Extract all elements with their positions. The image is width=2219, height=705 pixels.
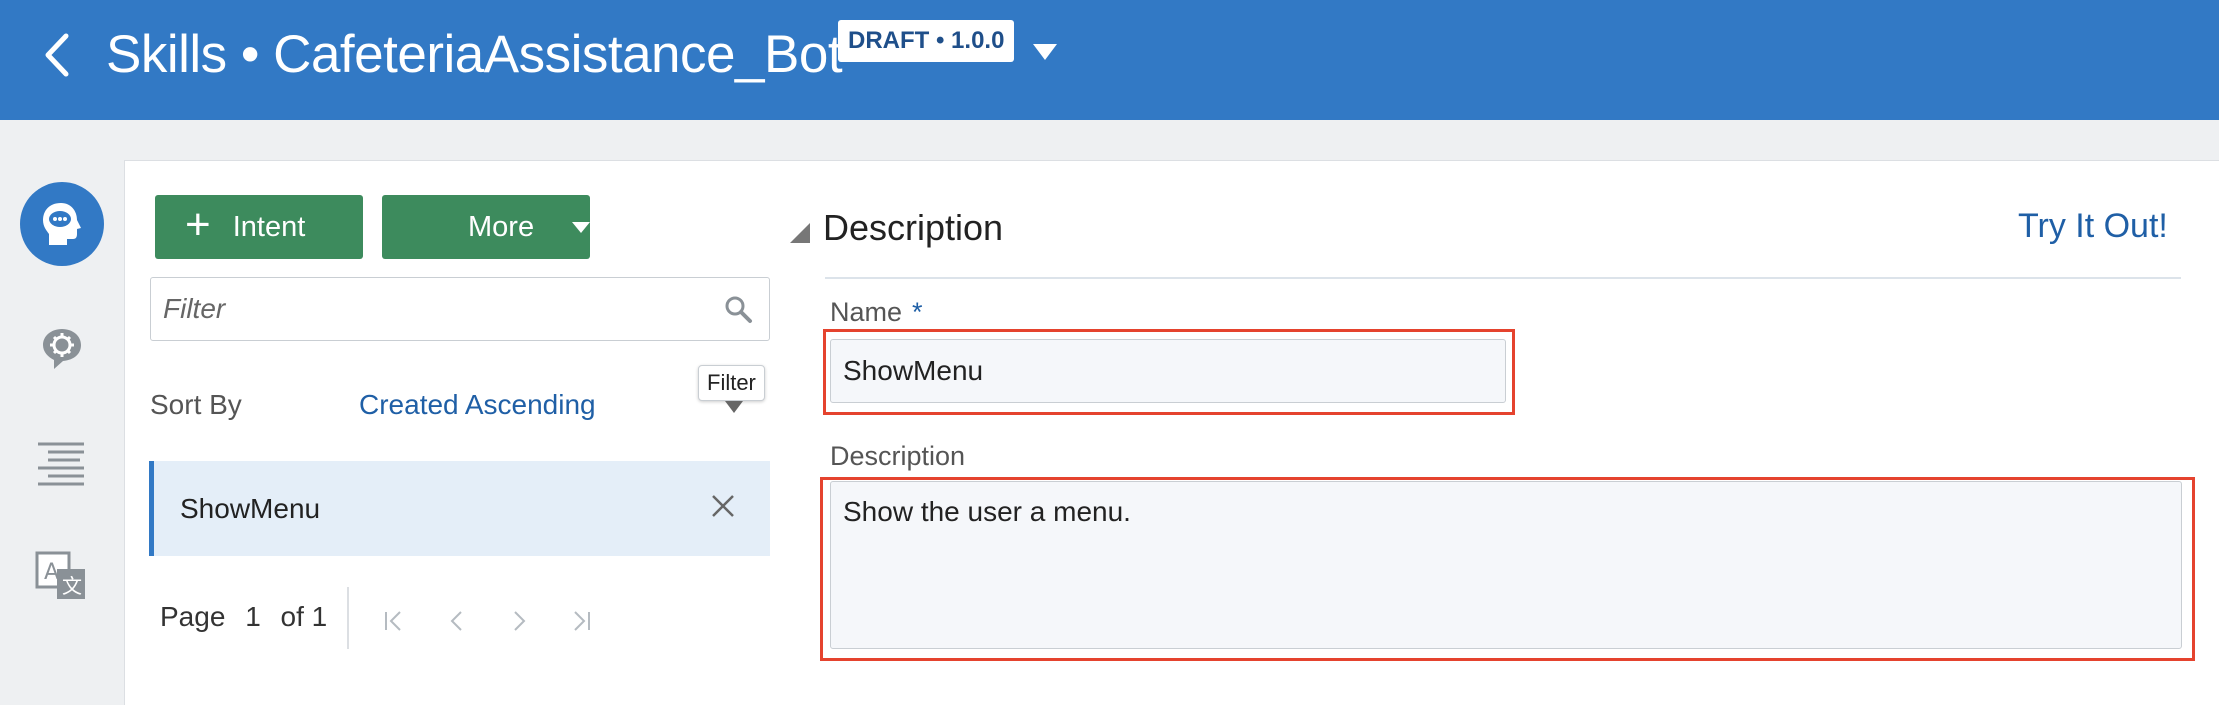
entities-icon — [43, 329, 81, 369]
svg-text:A: A — [44, 560, 59, 585]
filter-tooltip: Filter — [698, 365, 765, 401]
page-label: Page — [160, 601, 226, 632]
required-marker: * — [912, 297, 923, 327]
add-intent-label: Intent — [232, 210, 306, 243]
svg-text:文: 文 — [62, 574, 82, 598]
plus-icon: + — [185, 200, 211, 249]
caret-down-icon — [572, 221, 591, 233]
filter-input[interactable] — [151, 278, 711, 340]
close-icon[interactable] — [708, 491, 738, 521]
name-label-text: Name — [830, 297, 903, 327]
filter-field — [150, 277, 770, 341]
nav-flows[interactable] — [20, 422, 104, 506]
description-field[interactable]: Show the user a menu. — [830, 481, 2182, 649]
translate-icon: A 文 — [35, 551, 85, 599]
filter-toggle-icon[interactable] — [725, 401, 743, 413]
version-dropdown-button[interactable] — [1030, 40, 1060, 64]
version-badge: DRAFT • 1.0.0 — [838, 20, 1015, 62]
collapse-section-icon[interactable] — [790, 223, 810, 243]
back-button[interactable] — [38, 28, 78, 82]
chevron-left-icon — [45, 33, 69, 77]
description-field-label: Description — [830, 441, 966, 471]
intent-name: ShowMenu — [180, 493, 321, 524]
try-it-out-link[interactable]: Try It Out! — [2018, 207, 2168, 246]
add-intent-button[interactable]: + Intent — [155, 195, 363, 259]
intents-icon — [43, 203, 81, 245]
page-total: of 1 — [280, 601, 328, 632]
name-field[interactable] — [830, 339, 1506, 403]
section-divider — [825, 277, 2181, 279]
intent-list-item[interactable]: ShowMenu — [149, 461, 770, 556]
next-page-icon[interactable] — [505, 607, 533, 635]
nav-translate[interactable]: A 文 — [20, 534, 104, 618]
top-bar: Skills • CafeteriaAssistance_Bot DRAFT •… — [0, 0, 2219, 120]
page-title: Skills • CafeteriaAssistance_Bot — [106, 25, 843, 84]
previous-page-icon[interactable] — [443, 607, 471, 635]
first-page-icon[interactable] — [380, 607, 408, 635]
text-lines-icon — [38, 442, 84, 486]
sort-by-label: Sort By — [150, 389, 242, 420]
pagination-divider — [347, 587, 349, 649]
pagination: Page 1 of 1 — [160, 601, 339, 633]
left-nav-rail: A 文 — [0, 120, 124, 705]
nav-intents[interactable] — [20, 182, 104, 266]
more-button[interactable]: More — [382, 195, 591, 259]
nav-entities[interactable] — [20, 306, 104, 390]
search-icon[interactable] — [723, 294, 753, 324]
last-page-icon[interactable] — [567, 607, 595, 635]
caret-down-icon — [1033, 44, 1057, 60]
page-current: 1 — [245, 601, 261, 632]
more-label: More — [468, 210, 535, 243]
main-panel: + Intent More Sort By Created Ascending … — [124, 160, 2219, 705]
name-field-label: Name * — [830, 297, 923, 328]
sort-by-select[interactable]: Created Ascending — [359, 389, 596, 421]
section-title: Description — [823, 207, 1004, 248]
